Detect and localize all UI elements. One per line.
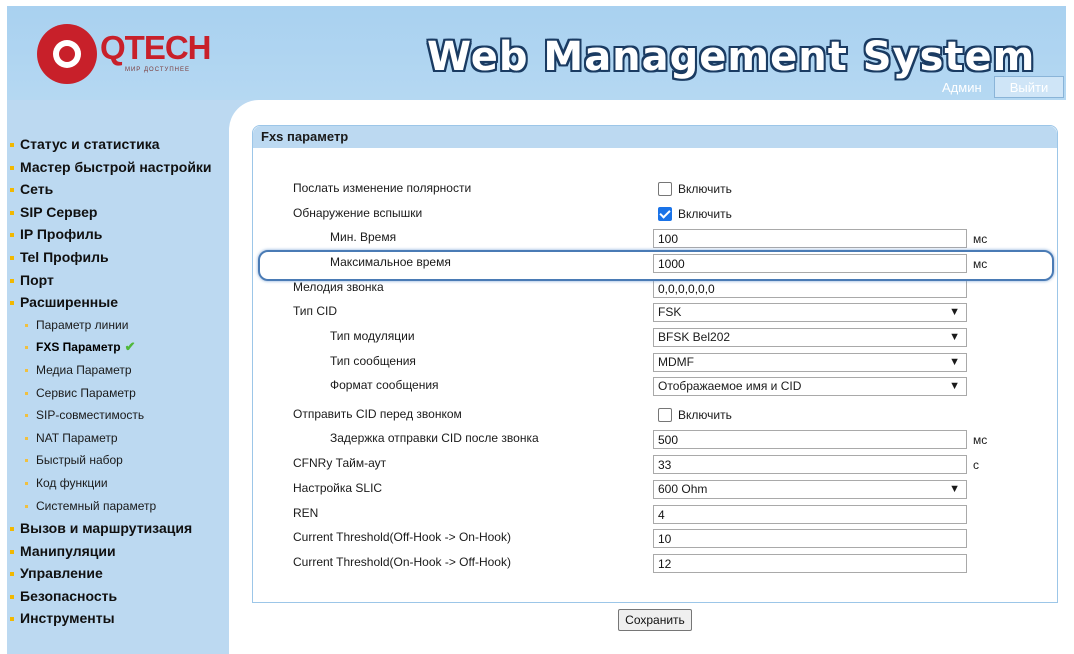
user-label: Админ [942,80,982,95]
sidebar-item-fxs-param[interactable]: FXS Параметр ✔ [10,336,212,359]
sidebar-menu: Статус и статистика Мастер быстрой настр… [10,133,212,630]
sidebar-item-speed-dial[interactable]: Быстрый набор [10,449,212,472]
sidebar-item-media-param[interactable]: Медиа Параметр [10,359,212,382]
form-row: Current Threshold(On-Hook -> Off-Hook) [253,552,1057,575]
sidebar-item-call-routing[interactable]: Вызов и маршрутизация [10,517,212,540]
logo-text: QTECH [100,29,211,66]
polarity-checkbox[interactable]: Включить [658,181,732,196]
cid-type-select[interactable]: FSK ▼ [653,303,967,322]
panel-title: Fxs параметр [253,126,1057,148]
form-row: Current Threshold(Off-Hook -> On-Hook) [253,527,1057,550]
form-row: CFNRy Тайм-аут с [253,453,1057,476]
sidebar-item-management[interactable]: Управление [10,562,212,585]
sidebar-item-security[interactable]: Безопасность [10,585,212,608]
chevron-down-icon: ▼ [949,356,960,368]
logo-tagline: МИР ДОСТУПНЕЕ [125,67,190,73]
sidebar-item-feature-code[interactable]: Код функции [10,472,212,495]
sidebar-item-sip-server[interactable]: SIP Сервер [10,201,212,224]
form-row: Настройка SLIC 600 Ohm ▼ [253,478,1057,501]
sidebar-item-status[interactable]: Статус и статистика [10,133,212,156]
modulation-type-select[interactable]: BFSK Bel202 ▼ [653,328,967,347]
header-banner: QTECH МИР ДОСТУПНЕЕ Web Management Syste… [7,6,1066,100]
sidebar-item-system-param[interactable]: Системный параметр [10,495,212,518]
sidebar-item-network[interactable]: Сеть [10,178,212,201]
form-row: Задержка отправки CID после звонка мс [253,428,1057,451]
form-row: Тип модуляции BFSK Bel202 ▼ [253,326,1057,349]
ring-melody-input[interactable] [653,279,967,298]
page-title: Web Management System [427,34,1036,80]
sidebar-item-port[interactable]: Порт [10,269,212,292]
save-button[interactable]: Сохранить [618,609,692,631]
cfnry-timeout-input[interactable] [653,455,967,474]
threshold-on-off-input[interactable] [653,554,967,573]
sidebar-item-service-param[interactable]: Сервис Параметр [10,382,212,405]
sidebar-item-advanced[interactable]: Расширенные [10,291,212,314]
form-row: Послать изменение полярности Включить [293,181,732,196]
ren-input[interactable] [653,505,967,524]
cid-delay-input[interactable] [653,430,967,449]
sidebar-item-tel-profile[interactable]: Tel Профиль [10,246,212,269]
form-row: Отправить CID перед звонком Включить [293,407,732,422]
qtech-logo: QTECH МИР ДОСТУПНЕЕ [37,24,211,84]
min-time-input[interactable] [653,229,967,248]
sidebar-item-ip-profile[interactable]: IP Профиль [10,223,212,246]
fxs-param-panel: Fxs параметр Послать изменение полярност… [252,125,1058,603]
sidebar-item-nat-param[interactable]: NAT Параметр [10,427,212,450]
form-row: Максимальное время мс [253,252,1057,275]
sidebar-item-tools[interactable]: Инструменты [10,607,212,630]
sidebar-item-line-param[interactable]: Параметр линии [10,314,212,337]
message-type-select[interactable]: MDMF ▼ [653,353,967,372]
chevron-down-icon: ▼ [949,331,960,343]
form-row: Тип сообщения MDMF ▼ [253,351,1057,374]
check-icon: ✔ [124,339,136,355]
message-format-select[interactable]: Отображаемое имя и CID ▼ [653,377,967,396]
form-row: Тип CID FSK ▼ [253,301,1057,324]
sidebar-item-manipulation[interactable]: Манипуляции [10,540,212,563]
cid-before-ring-checkbox[interactable]: Включить [658,407,732,422]
logo-mark-icon [37,24,97,84]
sidebar-item-sip-compat[interactable]: SIP-совместимость [10,404,212,427]
form-row: REN [253,503,1057,526]
sidebar-item-wizard[interactable]: Мастер быстрой настройки [10,156,212,179]
form-row: Мелодия звонка [253,277,1057,300]
threshold-off-on-input[interactable] [653,529,967,548]
form-row: Формат сообщения Отображаемое имя и CID ▼ [253,375,1057,398]
flash-detect-checkbox[interactable]: Включить [658,206,732,221]
form-row: Мин. Время мс [253,227,1057,250]
slic-select[interactable]: 600 Ohm ▼ [653,480,967,499]
chevron-down-icon: ▼ [949,306,960,318]
chevron-down-icon: ▼ [949,483,960,495]
chevron-down-icon: ▼ [949,380,960,392]
form-row: Обнаружение вспышки Включить [293,206,732,221]
max-time-input[interactable] [653,254,967,273]
logout-button[interactable]: Выйти [994,76,1064,98]
